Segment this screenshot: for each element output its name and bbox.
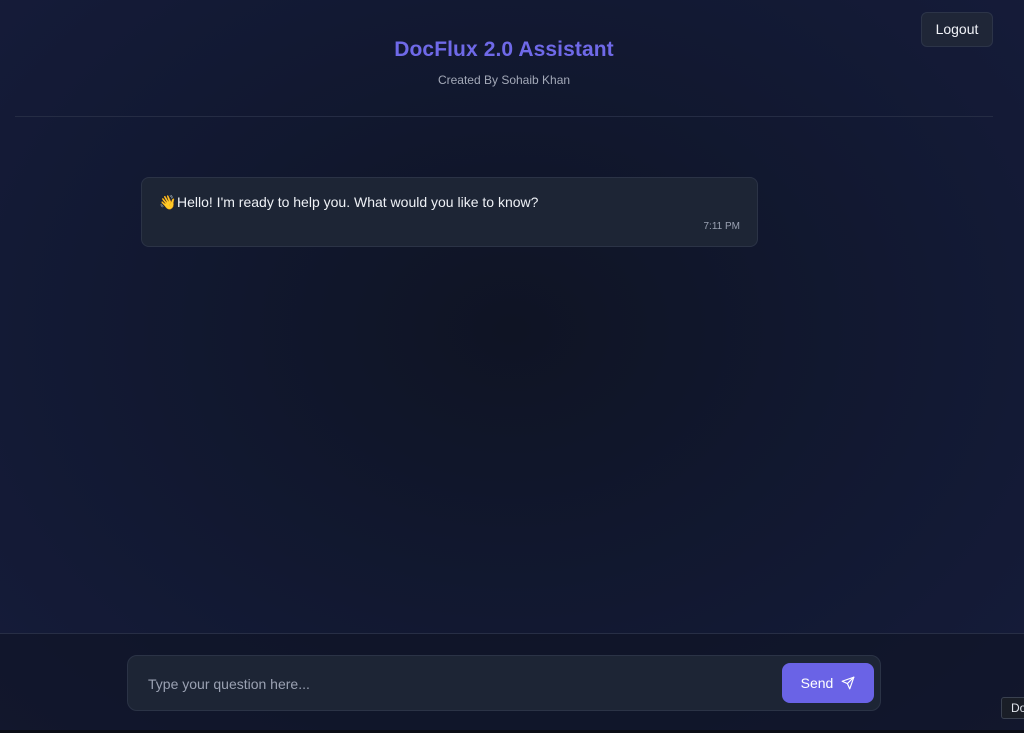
header: DocFlux 2.0 Assistant Created By Sohaib … bbox=[15, 0, 993, 117]
app-subtitle: Created By Sohaib Khan bbox=[437, 73, 571, 87]
send-label: Send bbox=[800, 675, 834, 691]
message-timestamp: 7:11 PM bbox=[703, 221, 741, 232]
message-text: Hello! I'm ready to help you. What would… bbox=[177, 194, 539, 210]
composer: Send bbox=[127, 655, 881, 711]
paper-plane-icon bbox=[841, 676, 855, 690]
composer-bar: Send bbox=[0, 633, 1024, 731]
question-input[interactable] bbox=[146, 667, 770, 701]
assistant-message: 👋Hello! I'm ready to help you. What woul… bbox=[141, 177, 758, 247]
corner-badge[interactable]: Do bbox=[1001, 697, 1024, 719]
waving-hand-icon: 👋 bbox=[159, 194, 177, 210]
logout-button[interactable]: Logout bbox=[921, 12, 993, 47]
chat-page: DocFlux 2.0 Assistant Created By Sohaib … bbox=[0, 0, 1024, 733]
chat-messages: 👋Hello! I'm ready to help you. What woul… bbox=[0, 117, 1024, 633]
message-content: 👋Hello! I'm ready to help you. What woul… bbox=[159, 194, 538, 211]
app-title: DocFlux 2.0 Assistant bbox=[394, 38, 614, 61]
send-button[interactable]: Send bbox=[782, 663, 874, 703]
